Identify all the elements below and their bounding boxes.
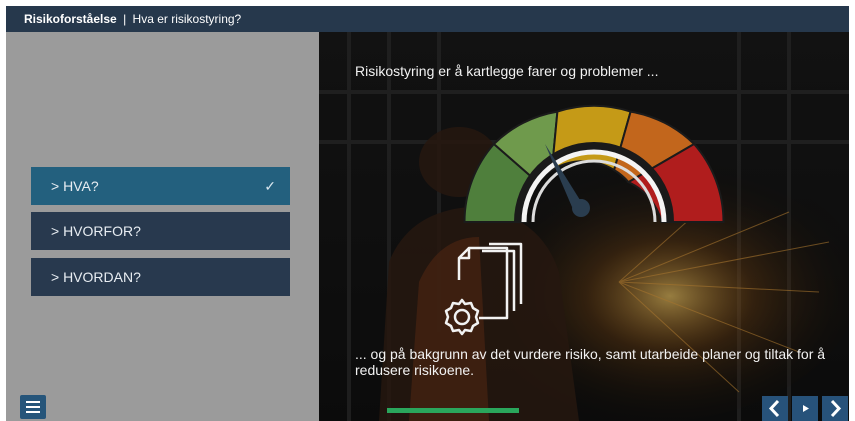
menu-icon	[26, 401, 40, 403]
chevron-right-icon	[830, 399, 842, 418]
menu-item-hvordan[interactable]: > HVORDAN?	[31, 258, 290, 296]
slide-caption: ... og på bakgrunn av det vurdere risiko…	[355, 346, 826, 378]
slide-heading: Risikostyring er å kartlegge farer og pr…	[355, 63, 659, 79]
menu-item-label: > HVORDAN?	[51, 269, 141, 285]
menu-item-label: > HVORFOR?	[51, 223, 141, 239]
play-icon	[803, 405, 809, 412]
menu-item-hva[interactable]: > HVA? ✓	[31, 167, 290, 205]
slide-area: Risikostyring er å kartlegge farer og pr…	[319, 32, 849, 421]
menu-item-hvorfor[interactable]: > HVORFOR?	[31, 212, 290, 250]
topic-menu-panel: > HVA? ✓ > HVORFOR? > HVORDAN?	[6, 32, 319, 421]
menu-button[interactable]	[20, 395, 46, 419]
check-icon: ✓	[264, 178, 276, 194]
title-separator: |	[123, 12, 127, 26]
previous-button[interactable]	[762, 396, 788, 421]
menu-item-label: > HVA?	[51, 178, 99, 194]
play-button[interactable]	[792, 396, 818, 421]
progress-bar	[387, 408, 519, 413]
title-bar: Risikoforståelse | Hva er risikostyring?	[6, 6, 849, 32]
next-button[interactable]	[822, 396, 848, 421]
course-player: Risikoforståelse | Hva er risikostyring?…	[6, 6, 849, 421]
chapter-title: Hva er risikostyring?	[132, 12, 242, 26]
chevron-left-icon	[768, 399, 780, 418]
course-title: Risikoforståelse	[24, 12, 117, 26]
